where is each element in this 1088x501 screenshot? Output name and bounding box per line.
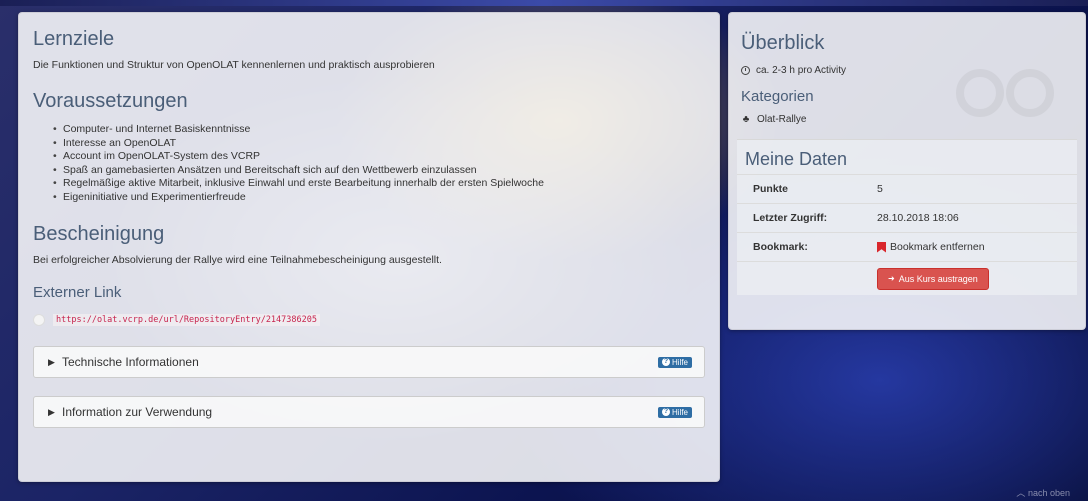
table-row: ➜ Aus Kurs austragen: [737, 261, 1077, 295]
overview-panel: Überblick ca. 2-3 h pro Activity Kategor…: [728, 12, 1086, 330]
bescheinigung-text: Bei erfolgreicher Absolvierung der Rally…: [33, 254, 442, 266]
external-link-heading: Externer Link: [33, 284, 122, 301]
list-item: Eigeninitiative und Experimentierfreude: [53, 191, 705, 205]
panel-technische-informationen[interactable]: ▶ Technische Informationen ? Hilfe: [33, 346, 705, 378]
panel-information-zur-verwendung[interactable]: ▶ Information zur Verwendung ? Hilfe: [33, 396, 705, 428]
row-label: Bookmark:: [753, 241, 808, 253]
top-stripe: [0, 0, 1088, 6]
course-info-panel: Lernziele Die Funktionen und Struktur vo…: [18, 12, 720, 482]
table-row: Bookmark: Bookmark entfernen: [737, 232, 1077, 261]
category-label: Olat-Rallye: [757, 114, 807, 125]
my-data-heading: Meine Daten: [745, 149, 848, 169]
overview-heading: Überblick: [741, 32, 825, 54]
bookmark-icon: [877, 241, 886, 253]
row-label: Punkte: [753, 183, 789, 195]
list-item: Account im OpenOLAT-System des VCRP: [53, 150, 705, 164]
lernziele-heading: Lernziele: [33, 28, 115, 50]
lernziele-text: Die Funktionen und Struktur von OpenOLAT…: [33, 59, 435, 71]
remove-bookmark-link[interactable]: Bookmark entfernen: [877, 241, 985, 253]
help-label: Hilfe: [671, 357, 688, 367]
sign-out-icon: ➜: [888, 274, 895, 283]
list-item: Regelmäßige aktive Mitarbeit, inklusive …: [53, 177, 705, 191]
prerequisites-list: Computer- und Internet Basiskenntnisse I…: [33, 123, 705, 204]
duration-text: ca. 2-3 h pro Activity: [756, 65, 847, 76]
leave-course-label: Aus Kurs austragen: [898, 273, 978, 284]
question-icon: ?: [661, 408, 670, 416]
back-to-top-link[interactable]: ︿ nach oben: [1016, 486, 1070, 499]
leave-course-button[interactable]: ➜ Aus Kurs austragen: [877, 267, 989, 290]
row-label: Letzter Zugriff:: [753, 212, 828, 224]
link-bullet-icon: [33, 314, 45, 326]
row-value: 5: [877, 183, 883, 195]
clock-icon: [741, 66, 750, 75]
bookmark-label: Bookmark entfernen: [890, 241, 985, 253]
question-icon: ?: [661, 358, 670, 366]
panel-title: Technische Informationen: [62, 355, 199, 369]
panel-title: Information zur Verwendung: [62, 405, 213, 419]
help-label: Hilfe: [671, 407, 688, 417]
sitemap-icon: ♣: [742, 114, 750, 125]
external-link-row: https://olat.vcrp.de/url/RepositoryEntry…: [33, 314, 705, 326]
external-link[interactable]: https://olat.vcrp.de/url/RepositoryEntry…: [53, 314, 320, 326]
logo-watermark-icon: [956, 69, 1054, 117]
table-row: Letzter Zugriff: 28.10.2018 18:06: [737, 203, 1077, 232]
help-button[interactable]: ? Hilfe: [657, 406, 692, 418]
voraussetzungen-heading: Voraussetzungen: [33, 90, 188, 112]
chevron-up-icon: ︿: [1016, 488, 1026, 498]
caret-right-icon: ▶: [48, 406, 55, 417]
table-row: Punkte 5: [737, 174, 1077, 203]
list-item: Computer- und Internet Basiskenntnisse: [53, 123, 705, 137]
bescheinigung-heading: Bescheinigung: [33, 223, 165, 245]
list-item: Interesse an OpenOLAT: [53, 137, 705, 151]
my-data-section: Meine Daten Punkte 5 Letzter Zugriff: 28…: [737, 139, 1077, 295]
help-button[interactable]: ? Hilfe: [657, 356, 692, 368]
row-value: 28.10.2018 18:06: [877, 212, 959, 224]
list-item: Spaß an gamebasierten Ansätzen und Berei…: [53, 164, 705, 178]
caret-right-icon: ▶: [48, 356, 55, 367]
